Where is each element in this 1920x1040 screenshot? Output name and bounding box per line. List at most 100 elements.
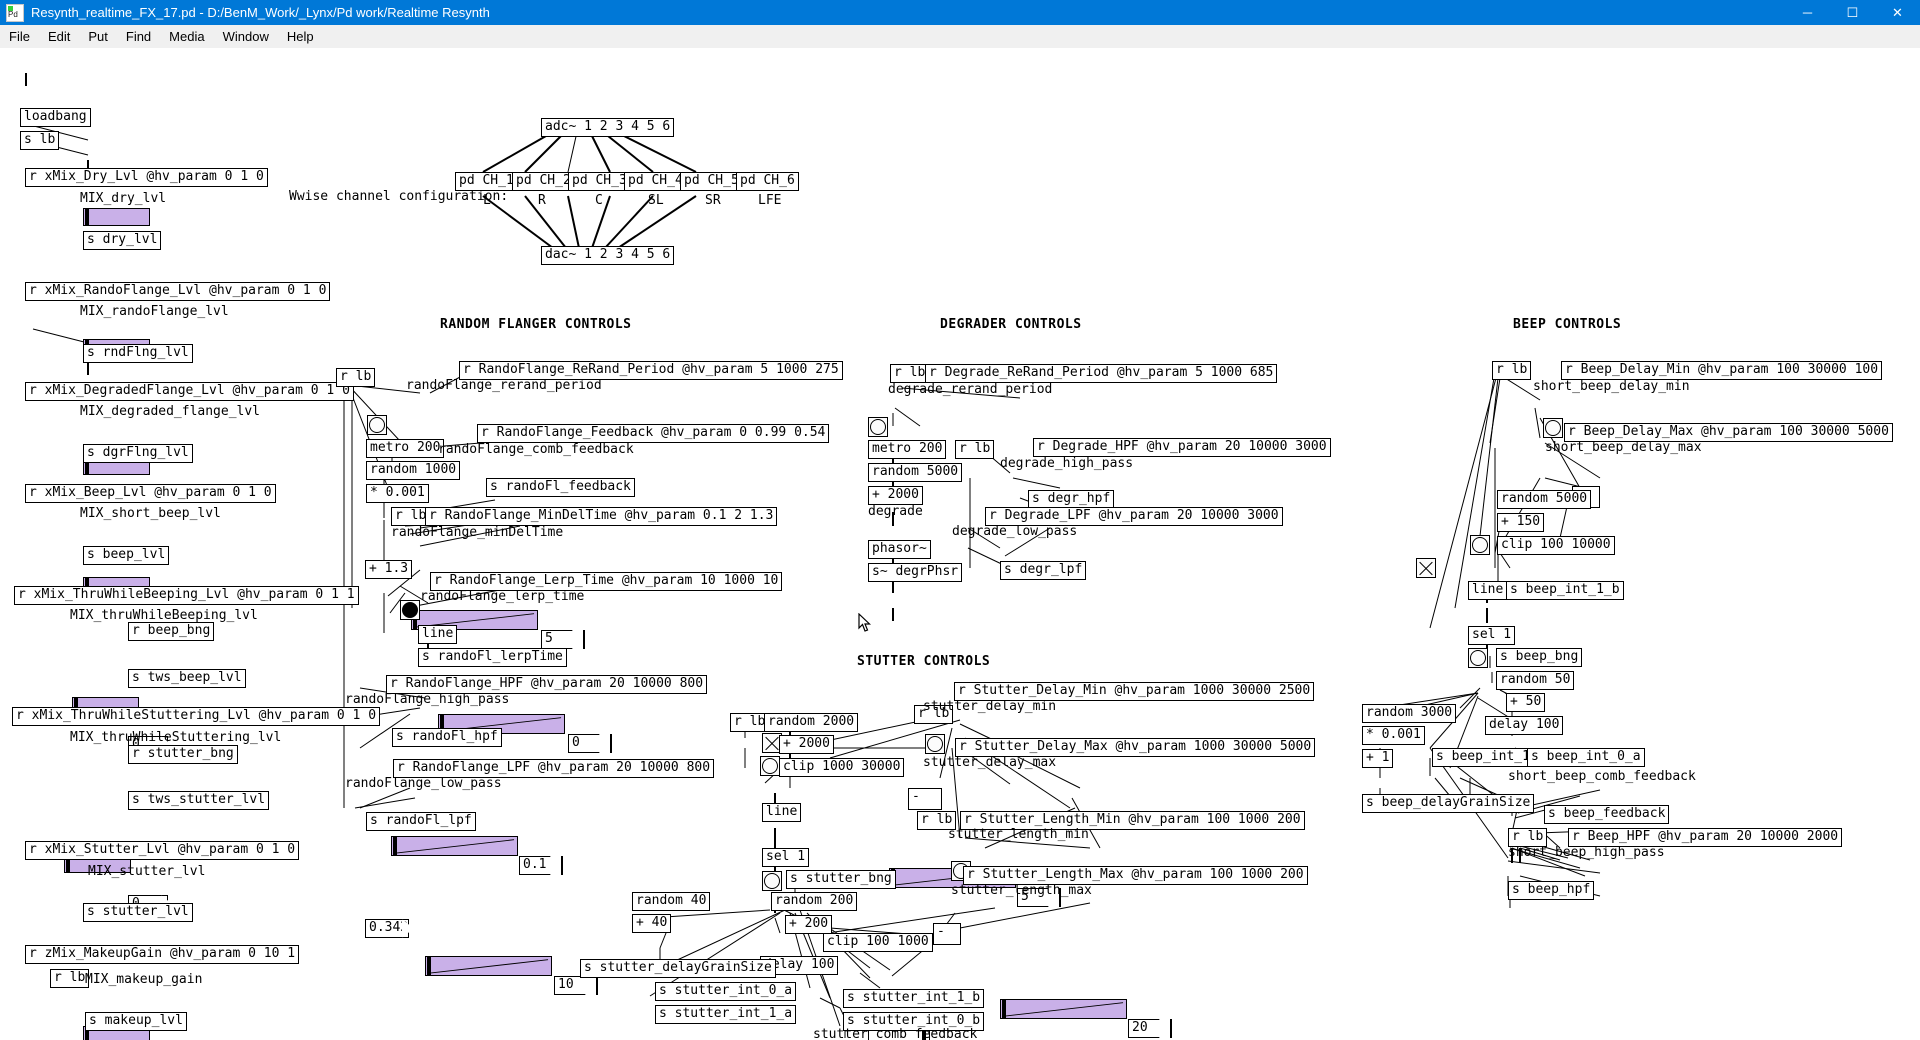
receive-makeup-gain[interactable]: r zMix_MakeupGain @hv_param 0 10 1 <box>25 945 300 964</box>
subpatch-ch4[interactable]: pd CH_4 <box>624 172 687 191</box>
menu-window[interactable]: Window <box>214 27 278 46</box>
degrader-add[interactable]: + 2000 <box>868 486 923 505</box>
slider-flanger-mindeltime[interactable] <box>391 836 518 856</box>
loadbang-object[interactable]: loadbang <box>20 108 91 127</box>
flanger-lerp-bang[interactable] <box>400 600 420 620</box>
degrader-bang[interactable] <box>868 417 888 437</box>
subpatch-ch1[interactable]: pd CH_1 <box>455 172 518 191</box>
number-flanger-mindeltime[interactable]: 0.1 <box>519 856 563 875</box>
slider-degrade-high-pass[interactable] <box>1000 999 1127 1019</box>
stutter-add-2000[interactable]: + 2000 <box>779 735 834 754</box>
send-randofl-lerptime[interactable]: s randoFl_lerpTime <box>418 648 567 667</box>
flanger-line[interactable]: line <box>418 625 458 644</box>
stutter-random-200[interactable]: random 200 <box>771 892 858 911</box>
send-beep-feedback[interactable]: s beep_feedback <box>1544 805 1670 824</box>
menu-edit[interactable]: Edit <box>39 27 79 46</box>
degrader-random[interactable]: random 5000 <box>868 463 963 482</box>
receive-beep-bng[interactable]: r beep_bng <box>128 622 215 641</box>
send-stutter-bng[interactable]: s stutter_bng <box>786 870 896 889</box>
receive-mix-degradedflange-lvl[interactable]: r xMix_DegradedFlange_Lvl @hv_param 0 1 … <box>25 382 354 401</box>
beep-toggle[interactable] <box>1416 558 1436 578</box>
subpatch-ch3[interactable]: pd CH_3 <box>568 172 631 191</box>
send-beep-hpf[interactable]: s beep_hpf <box>1508 881 1595 900</box>
adc-object[interactable]: adc~ 1 2 3 4 5 6 <box>541 118 675 137</box>
minimize-button[interactable]: ─ <box>1785 0 1830 25</box>
beep-sel[interactable]: sel 1 <box>1468 626 1516 645</box>
flanger-receive-feedback[interactable]: r RandoFlange_Feedback @hv_param 0 0.99 … <box>477 424 830 443</box>
stutter-minus[interactable]: - <box>908 788 942 810</box>
beep-bang-2[interactable] <box>1470 535 1490 555</box>
stutter-add-200[interactable]: + 200 <box>785 915 833 934</box>
flanger-receive-lb[interactable]: r lb <box>336 368 376 387</box>
send-stutter-delaygrainsize[interactable]: s stutter_delayGrainSize <box>580 959 776 978</box>
send-degr-lpf[interactable]: s degr_lpf <box>1000 561 1087 580</box>
number-flanger-comb-feedback[interactable]: 0 <box>568 734 612 753</box>
send-degr-phsr[interactable]: s~ degrPhsr <box>868 563 963 582</box>
send-makeup-lvl[interactable]: s makeup_lvl <box>85 1012 187 1031</box>
beep-random-5000[interactable]: random 5000 <box>1497 490 1592 509</box>
dac-object[interactable]: dac~ 1 2 3 4 5 6 <box>541 246 675 265</box>
subpatch-ch5[interactable]: pd CH_5 <box>680 172 743 191</box>
subpatch-ch2[interactable]: pd CH_2 <box>512 172 575 191</box>
receive-mix-stutter-lvl[interactable]: r xMix_Stutter_Lvl @hv_param 0 1 0 <box>25 841 300 860</box>
send-stutter-int-1-a[interactable]: s stutter_int_1_a <box>655 1005 797 1024</box>
send-tws-stutter-lvl[interactable]: s tws_stutter_lvl <box>128 791 270 810</box>
beep-delay[interactable]: delay 100 <box>1485 716 1564 735</box>
beep-multiply[interactable]: * 0.001 <box>1362 726 1425 745</box>
degrader-receive-rerand-period[interactable]: r Degrade_ReRand_Period @hv_param 5 1000… <box>925 364 1278 383</box>
stutter-line[interactable]: line <box>762 803 802 822</box>
stutter-random-2000[interactable]: random 2000 <box>764 713 859 732</box>
close-button[interactable]: ✕ <box>1875 0 1920 25</box>
beep-line[interactable]: line <box>1468 581 1508 600</box>
stutter-delay-bang[interactable] <box>925 734 945 754</box>
send-stutter-lvl[interactable]: s stutter_lvl <box>83 903 193 922</box>
menu-media[interactable]: Media <box>160 27 213 46</box>
receive-lb-makeup[interactable]: r lb <box>50 969 90 988</box>
number-flanger-rerand-period[interactable]: 5 <box>541 630 585 649</box>
beep-receive-lb[interactable]: r lb <box>1492 361 1532 380</box>
menu-file[interactable]: File <box>0 27 39 46</box>
degrader-receive-lb[interactable]: r lb <box>890 364 930 383</box>
receive-mix-dry-lvl[interactable]: r xMix_Dry_Lvl @hv_param 0 1 0 <box>25 168 268 187</box>
beep-receive-delay-min[interactable]: r Beep_Delay_Min @hv_param 100 30000 100 <box>1561 361 1883 380</box>
send-beep-int-0-a[interactable]: s beep_int_0_a <box>1527 748 1645 767</box>
receive-mix-randoflange-lvl[interactable]: r xMix_RandoFlange_Lvl @hv_param 0 1 0 <box>25 282 331 301</box>
menu-put[interactable]: Put <box>79 27 117 46</box>
slider-flanger-lerp-time[interactable] <box>425 956 552 976</box>
number-flanger-lerp-time[interactable]: 10 <box>554 976 598 995</box>
menu-help[interactable]: Help <box>278 27 323 46</box>
beep-bang-3[interactable] <box>1468 648 1488 668</box>
patch-canvas[interactable]: loadbang s lb r xMix_Dry_Lvl @hv_param 0… <box>0 48 1920 1040</box>
flanger-random[interactable]: random 1000 <box>366 461 461 480</box>
send-dgrflng-lvl[interactable]: s dgrFlng_lvl <box>83 444 193 463</box>
send-beep-int-1-b[interactable]: s beep_int_1_b <box>1506 581 1624 600</box>
receive-mix-beep-lvl[interactable]: r xMix_Beep_Lvl @hv_param 0 1 0 <box>25 484 276 503</box>
flanger-bang[interactable] <box>367 415 387 435</box>
degrader-metro[interactable]: metro 200 <box>868 440 947 459</box>
stutter-bang-1[interactable] <box>760 756 780 776</box>
flanger-add[interactable]: + 1.3 <box>365 560 413 579</box>
send-dry-lvl[interactable]: s dry_lvl <box>83 231 162 250</box>
flanger-receive-mindeltime[interactable]: r RandoFlange_MinDelTime @hv_param 0.1 2… <box>425 507 778 526</box>
flanger-multiply[interactable]: * 0.001 <box>366 484 429 503</box>
send-beep-bng[interactable]: s beep_bng <box>1496 648 1583 667</box>
menu-find[interactable]: Find <box>117 27 160 46</box>
receive-mix-thruwhilebeeping-lvl[interactable]: r xMix_ThruWhileBeeping_Lvl @hv_param 0 … <box>14 586 359 605</box>
degrader-receive-hpf[interactable]: r Degrade_HPF @hv_param 20 10000 3000 <box>1033 438 1331 457</box>
number-degrade-high-pass[interactable]: 20 <box>1128 1019 1172 1038</box>
send-rndflng-lvl[interactable]: s rndFlng_lvl <box>83 344 193 363</box>
stutter-bang-2[interactable] <box>762 871 782 891</box>
maximize-button[interactable]: ☐ <box>1830 0 1875 25</box>
stutter-random-40[interactable]: random 40 <box>632 892 711 911</box>
stutter-add-40[interactable]: + 40 <box>632 914 672 933</box>
send-beep-lvl[interactable]: s beep_lvl <box>83 546 170 565</box>
stutter-minus-2[interactable]: - <box>933 923 961 945</box>
beep-clip[interactable]: clip 100 10000 <box>1497 536 1615 555</box>
stutter-clip-2[interactable]: clip 100 1000 <box>823 933 933 952</box>
degrader-phasor[interactable]: phasor~ <box>868 540 931 559</box>
beep-random-50[interactable]: random 50 <box>1496 671 1575 690</box>
send-randofl-hpf[interactable]: s randoFl_hpf <box>392 728 502 747</box>
send-randofl-lpf[interactable]: s randoFl_lpf <box>366 812 476 831</box>
send-tws-beep-lvl[interactable]: s tws_beep_lvl <box>128 669 246 688</box>
send-stutter-int-1-b[interactable]: s stutter_int_1_b <box>843 989 985 1008</box>
